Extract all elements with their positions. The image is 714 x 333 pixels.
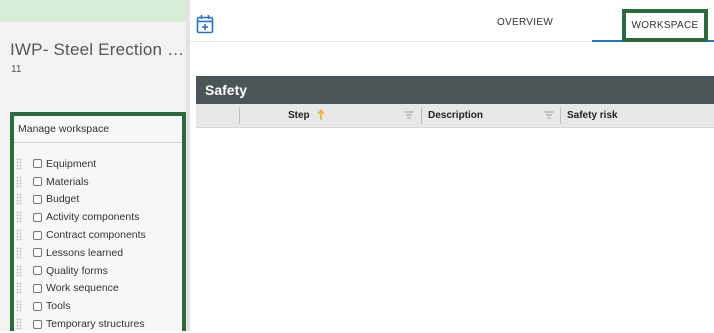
tab-workspace[interactable]: WORKSPACE — [622, 9, 708, 42]
checkbox[interactable] — [33, 301, 42, 311]
workspace-item-work-sequence[interactable]: Work sequence — [14, 280, 182, 298]
drag-handle-icon[interactable] — [16, 211, 22, 224]
workspace-item-materials[interactable]: Materials — [14, 173, 182, 191]
workspace-item-label: Lessons learned — [46, 246, 124, 259]
safety-section-title: Safety — [196, 76, 714, 104]
sort-ascending-icon[interactable] — [317, 109, 325, 121]
drag-handle-icon[interactable] — [16, 264, 22, 277]
workspace-item-activity-components[interactable]: Activity components — [14, 208, 182, 226]
workspace-item-budget[interactable]: Budget — [14, 191, 182, 209]
column-separator[interactable] — [239, 107, 240, 124]
drag-handle-icon[interactable] — [16, 157, 22, 170]
checkbox[interactable] — [33, 248, 42, 258]
manage-workspace-panel: Manage workspace Equipment Materials Bud… — [10, 112, 186, 331]
page-title: IWP- Steel Erection M... — [10, 40, 188, 59]
drag-handle-icon[interactable] — [16, 300, 22, 313]
safety-grid-header: Step Description Safety risk — [196, 104, 714, 128]
filter-icon[interactable] — [544, 111, 554, 120]
workspace-item-label: Work sequence — [46, 282, 119, 295]
checkbox[interactable] — [33, 177, 42, 187]
checkbox[interactable] — [33, 230, 42, 240]
drag-handle-icon[interactable] — [16, 175, 22, 188]
drag-handle-icon[interactable] — [16, 193, 22, 206]
workspace-item-temporary-structures[interactable]: Temporary structures — [14, 315, 182, 333]
column-separator[interactable] — [560, 107, 561, 124]
workspace-item-lessons-learned[interactable]: Lessons learned — [14, 244, 182, 262]
tab-overview[interactable]: OVERVIEW — [470, 17, 580, 28]
left-top-strip — [0, 0, 186, 22]
checkbox[interactable] — [33, 266, 42, 276]
workspace-item-list: Equipment Materials Budget Activity comp… — [14, 143, 182, 333]
column-header-safety-risk[interactable]: Safety risk — [567, 104, 618, 127]
workspace-item-label: Budget — [46, 193, 80, 206]
workspace-item-label: Materials — [46, 175, 89, 188]
workspace-item-label: Temporary structures — [46, 318, 145, 331]
checkbox[interactable] — [33, 159, 42, 169]
filter-icon[interactable] — [404, 111, 414, 120]
workspace-item-equipment[interactable]: Equipment — [14, 155, 182, 173]
manage-workspace-heading: Manage workspace — [14, 116, 182, 143]
column-separator[interactable] — [421, 107, 422, 124]
workspace-item-label: Quality forms — [46, 264, 108, 277]
panel-divider[interactable] — [186, 0, 190, 331]
record-number: 11 — [11, 64, 22, 75]
drag-handle-icon[interactable] — [16, 229, 22, 242]
checkbox[interactable] — [33, 283, 42, 293]
workspace-item-label: Activity components — [46, 211, 140, 224]
column-header-step[interactable]: Step — [288, 104, 310, 127]
left-panel: IWP- Steel Erection M... 11 Manage works… — [0, 0, 190, 331]
checkbox[interactable] — [33, 194, 42, 204]
checkbox[interactable] — [33, 319, 42, 329]
workspace-item-contract-components[interactable]: Contract components — [14, 226, 182, 244]
workspace-item-label: Contract components — [46, 229, 146, 242]
checkbox[interactable] — [33, 212, 42, 222]
workspace-item-label: Equipment — [46, 157, 97, 170]
column-header-description[interactable]: Description — [428, 104, 483, 127]
workspace-item-tools[interactable]: Tools — [14, 297, 182, 315]
workspace-item-label: Tools — [46, 300, 71, 313]
calendar-add-icon[interactable] — [196, 14, 214, 34]
drag-handle-icon[interactable] — [16, 318, 22, 331]
drag-handle-icon[interactable] — [16, 246, 22, 259]
drag-handle-icon[interactable] — [16, 282, 22, 295]
workspace-item-quality-forms[interactable]: Quality forms — [14, 262, 182, 280]
